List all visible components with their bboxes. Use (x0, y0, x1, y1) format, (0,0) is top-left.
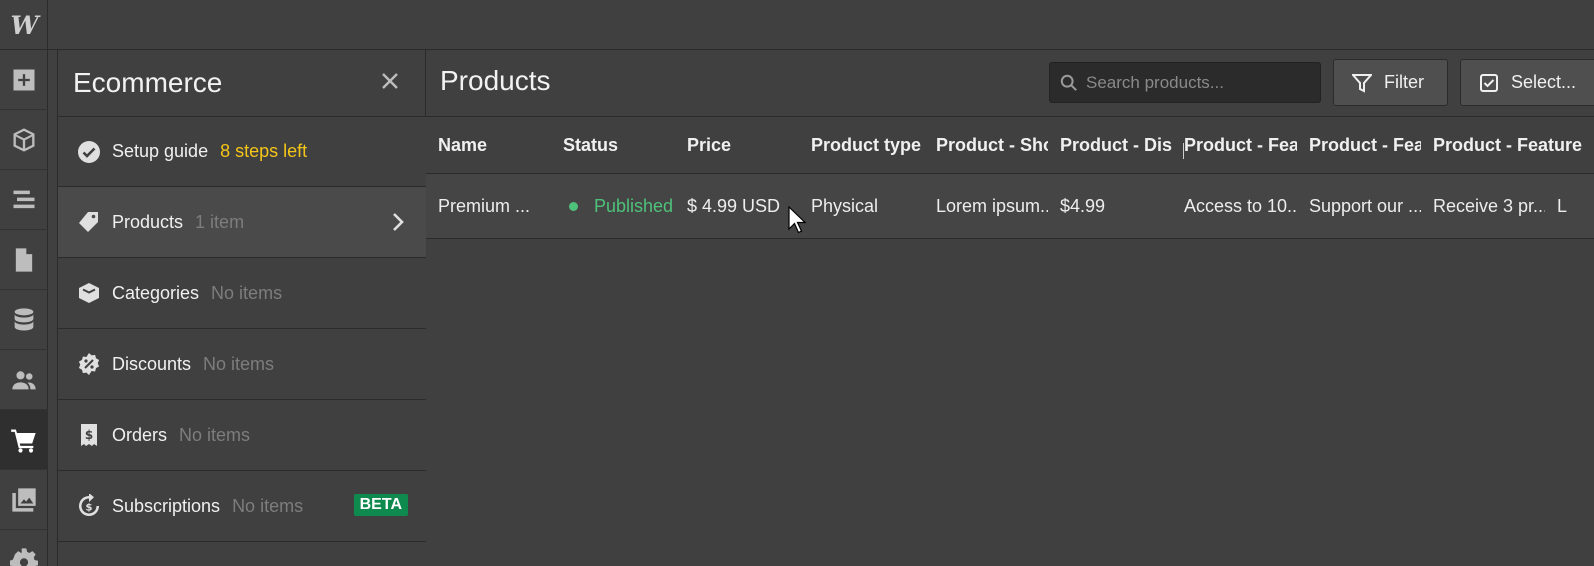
cell-price: $ 4.99 USD (687, 195, 781, 216)
ecommerce-panel: Ecommerce Setup guide 8 steps left Produ… (57, 50, 426, 566)
logo[interactable]: W (0, 0, 48, 50)
check-circle-icon (76, 139, 102, 165)
svg-text:$: $ (85, 428, 93, 442)
close-panel-button[interactable] (377, 68, 403, 94)
column-header-feature-3[interactable]: Product - Feature (1421, 117, 1594, 173)
column-header-discount[interactable]: Product - Discount (1048, 117, 1172, 173)
search-box[interactable] (1049, 62, 1321, 103)
sidebar-item-label: Discounts (112, 353, 192, 374)
column-header-short[interactable]: Product - Short (924, 117, 1048, 173)
cell-feature-2: Support our ... (1309, 195, 1421, 216)
sidebar-item-subscriptions[interactable]: $ Subscriptions No items BETA (58, 471, 426, 542)
select-label: Select... (1511, 72, 1577, 92)
sidebar-item-products[interactable]: Products 1 item (58, 187, 426, 258)
cart-icon[interactable] (0, 410, 48, 470)
select-button[interactable]: Select... (1460, 59, 1594, 106)
beta-badge: BETA (353, 494, 408, 516)
column-header-feature-1[interactable]: Product - Feature (1172, 117, 1297, 173)
sidebar-item-label: Categories (112, 282, 200, 303)
search-icon (1060, 74, 1077, 91)
panel-title: Ecommerce (73, 67, 223, 98)
category-box-icon (76, 280, 102, 306)
cell-feature-3: Receive 3 pr... (1433, 195, 1545, 216)
sidebar-item-count: 1 item (195, 211, 245, 232)
users-icon[interactable] (0, 350, 48, 410)
page-title: Products (440, 65, 551, 96)
navigator-icon[interactable] (0, 170, 48, 230)
sidebar-item-count: No items (179, 424, 251, 445)
webflow-logo-text: W (10, 10, 38, 40)
add-icon[interactable] (0, 50, 48, 110)
column-header-feature-2[interactable]: Product - Feature (1297, 117, 1421, 173)
main-header: Products Filter Select... (426, 50, 1594, 117)
table-header: Name Status Price Product type Product -… (426, 117, 1594, 174)
sidebar-item-label: Subscriptions (112, 495, 221, 516)
cell-status: Published (551, 174, 675, 238)
assets-icon[interactable] (0, 470, 48, 530)
table-row[interactable]: Premium ... Published $ 4.99 USD Physica… (426, 174, 1594, 239)
tag-icon (76, 209, 102, 235)
setup-guide-row[interactable]: Setup guide 8 steps left (58, 117, 426, 187)
top-bar: W (0, 0, 1594, 50)
cell-name: Premium ... (438, 195, 531, 216)
column-header-name[interactable]: Name (426, 117, 551, 173)
cell-feature-1: Access to 10... (1184, 195, 1297, 216)
cell-product-type: Physical (811, 195, 879, 216)
discount-badge-icon (76, 351, 102, 377)
status-dot (569, 201, 578, 211)
sidebar-item-more[interactable] (58, 542, 426, 566)
column-header-product-type[interactable]: Product type (799, 117, 924, 173)
cell-discount: $4.99 (1060, 195, 1106, 216)
sidebar-item-label: Products (112, 211, 184, 232)
sidebar-item-count: No items (232, 495, 304, 516)
mouse-pointer-icon (788, 206, 807, 234)
checkbox-icon (1480, 73, 1498, 92)
subscription-icon: $ (76, 493, 102, 519)
chevron-right-icon (388, 211, 408, 233)
sidebar-item-categories[interactable]: Categories No items (58, 258, 426, 329)
column-header-price[interactable]: Price (675, 117, 799, 173)
column-header-status[interactable]: Status (551, 117, 675, 173)
setup-steps-left: 8 steps left (220, 141, 308, 161)
receipt-icon: $ (76, 422, 102, 448)
sidebar-item-orders[interactable]: $ Orders No items (58, 400, 426, 471)
settings-icon[interactable] (0, 530, 48, 566)
sidebar-item-label: Orders (112, 424, 168, 445)
pages-icon[interactable] (0, 230, 48, 290)
sidebar-item-count: No items (203, 353, 275, 374)
products-main: Products Filter Select... Name Status Pr… (426, 50, 1594, 566)
panel-header: Ecommerce (58, 50, 425, 117)
filter-label: Filter (1384, 72, 1424, 92)
svg-text:$: $ (86, 503, 93, 514)
close-icon (382, 73, 398, 89)
setup-guide-label: Setup guide (112, 141, 209, 161)
status-text: Published (594, 195, 674, 216)
left-rail (0, 50, 48, 566)
search-input[interactable] (1086, 72, 1306, 93)
sidebar-item-discounts[interactable]: Discounts No items (58, 329, 426, 400)
cube-icon[interactable] (0, 110, 48, 170)
webflow-app: W Ecommerce Setup guide 8 steps left Pro… (0, 0, 1594, 566)
sidebar-item-count: No items (211, 282, 283, 303)
cell-short: Lorem ipsum... (936, 195, 1048, 216)
filter-button[interactable]: Filter (1333, 59, 1448, 106)
cms-icon[interactable] (0, 290, 48, 350)
cell-extra: L (1557, 195, 1568, 216)
funnel-icon (1352, 73, 1372, 93)
